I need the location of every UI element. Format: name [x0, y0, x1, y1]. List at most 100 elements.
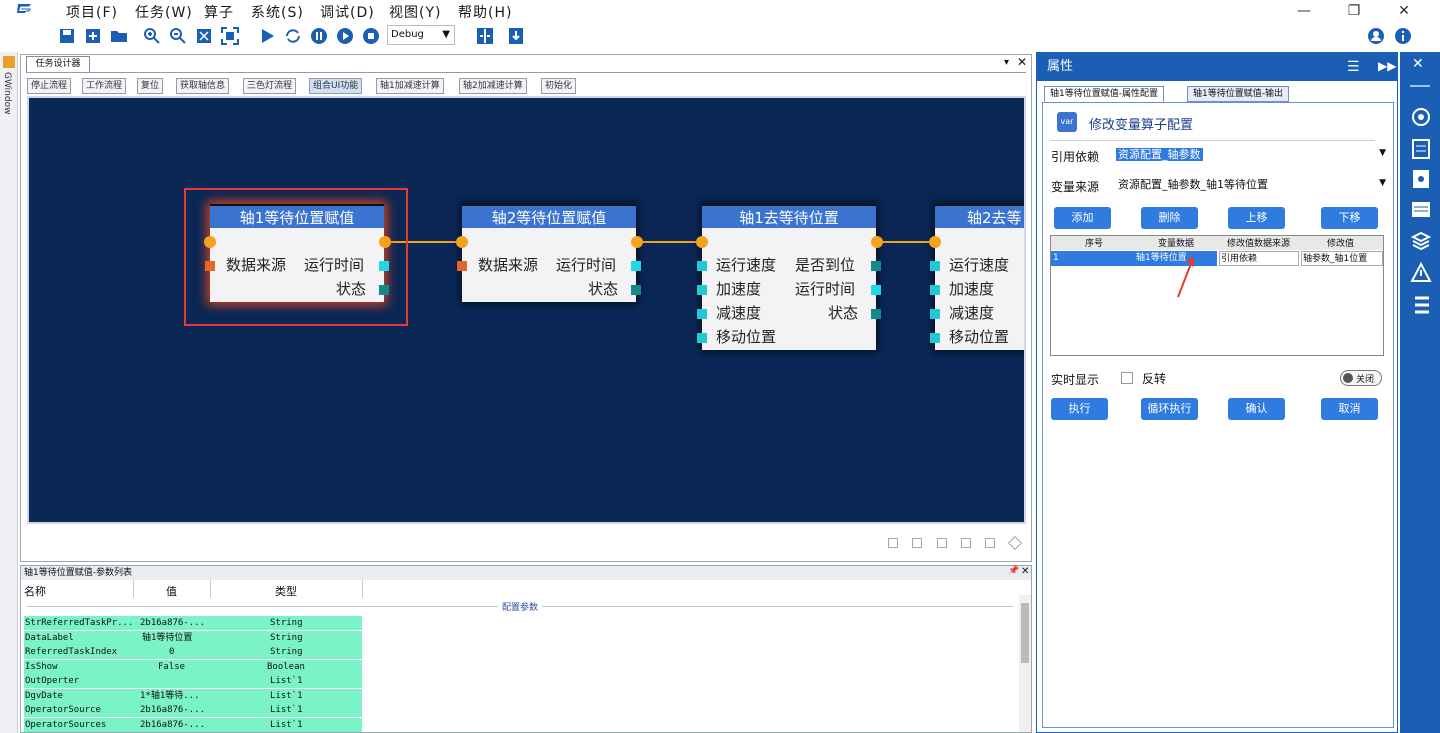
split-icon[interactable]	[474, 25, 496, 47]
table-row[interactable]: DataLabel 轴1等待位置 String	[24, 631, 362, 645]
subtab-init[interactable]: 初始化	[541, 78, 577, 94]
tab-task-designer[interactable]: 任务设计器	[26, 56, 90, 72]
node-axis2-goto-wait[interactable]: 轴2去等 运行速度 加速度 减速度 移动位置	[935, 204, 1024, 350]
output-pin[interactable]	[379, 285, 389, 295]
subtab-tricolor[interactable]: 三色灯流程	[243, 78, 297, 94]
subtab-combined-ui[interactable]: 组合UI功能	[309, 78, 363, 94]
table-row[interactable]: OutOperter List`1	[24, 674, 362, 688]
new-icon[interactable]	[82, 25, 104, 47]
subtab-axis-info[interactable]: 获取轴信息	[176, 78, 230, 94]
delete-icon[interactable]	[985, 538, 995, 548]
output-pin[interactable]	[631, 285, 641, 295]
node-axis2-wait-assign[interactable]: 轴2等待位置赋值 数据来源 运行时间 状态	[462, 204, 636, 302]
menu-project[interactable]: 项目(F)	[66, 2, 118, 22]
stop-icon[interactable]	[360, 25, 382, 47]
tab-property-config[interactable]: 轴1等待位置赋值-属性配置	[1044, 86, 1164, 102]
input-pin[interactable]	[930, 333, 940, 343]
fit-icon[interactable]	[193, 25, 215, 47]
subtab-work-flow[interactable]: 工作流程	[82, 78, 127, 94]
warning-icon[interactable]	[1410, 262, 1432, 284]
menu-debug[interactable]: 调试(D)	[320, 2, 375, 22]
subtab-stop-flow[interactable]: 停止流程	[27, 78, 72, 94]
window-icon[interactable]	[3, 56, 15, 68]
copy-icon[interactable]	[937, 538, 947, 548]
restore-button[interactable]: ❐	[1334, 0, 1374, 22]
menu-icon[interactable]: ☰	[1347, 59, 1360, 75]
input-pin[interactable]	[697, 285, 707, 295]
menu-view[interactable]: 视图(Y)	[389, 2, 441, 22]
menu-operator[interactable]: 算子	[204, 2, 234, 22]
move-up-button[interactable]: 上移	[1228, 207, 1285, 229]
flow-in-port[interactable]	[204, 236, 216, 248]
table-row[interactable]: 1 轴1等待位置 引用依赖 轴参数_轴1位置	[1051, 251, 1383, 266]
invert-checkbox[interactable]	[1121, 372, 1133, 384]
close-button[interactable]: ✕	[1384, 0, 1424, 22]
layers-icon[interactable]	[1410, 230, 1432, 252]
zoom-in-icon[interactable]	[141, 25, 163, 47]
close-panel-icon[interactable]: ✕	[1021, 566, 1029, 577]
distribute-icon[interactable]	[912, 538, 922, 548]
input-pin[interactable]	[697, 261, 707, 271]
src-select[interactable]: 资源配置_轴参数_轴1等待位置 ▼	[1116, 176, 1388, 194]
save-icon[interactable]	[56, 25, 78, 47]
zoom-out-icon[interactable]	[167, 25, 189, 47]
add-button[interactable]: 添加	[1054, 207, 1111, 229]
subtab-axis2-accel[interactable]: 轴2加减速计算	[459, 78, 527, 94]
align-icon[interactable]	[888, 538, 898, 548]
loop-execute-button[interactable]: 循环执行	[1141, 398, 1198, 420]
input-pin[interactable]	[697, 309, 707, 319]
pin-icon[interactable]: 📌	[1008, 566, 1019, 576]
tab-output[interactable]: 轴1等待位置赋值-输出	[1187, 86, 1289, 102]
loop-icon[interactable]	[282, 25, 304, 47]
open-folder-icon[interactable]	[108, 25, 130, 47]
table-row[interactable]: IsShow False Boolean	[24, 660, 362, 674]
menu-help[interactable]: 帮助(H)	[458, 2, 512, 22]
table-row[interactable]: ReferredTaskIndex 0 String	[24, 645, 362, 659]
orbit-icon[interactable]	[1410, 106, 1432, 128]
menu-task[interactable]: 任务(W)	[135, 2, 193, 22]
dropdown-arrow-icon[interactable]: ▾	[1004, 57, 1009, 68]
gwindow-tab[interactable]: GWindow	[2, 72, 12, 114]
flow-out-port[interactable]	[631, 236, 643, 248]
subtab-axis1-accel[interactable]: 轴1加减速计算	[376, 78, 444, 94]
table-row[interactable]: OperatorSource 2b16a876-... List`1	[24, 703, 362, 717]
output-pin[interactable]	[871, 309, 881, 319]
menu-system[interactable]: 系统(S)	[251, 2, 304, 22]
fullscreen-icon[interactable]	[219, 25, 241, 47]
settings-doc-icon[interactable]	[1410, 168, 1432, 190]
input-pin[interactable]	[697, 333, 707, 343]
input-pin[interactable]	[205, 261, 215, 271]
output-pin[interactable]	[871, 261, 881, 271]
flow-out-port[interactable]	[871, 236, 883, 248]
collapse-icon[interactable]: ▶▶	[1378, 59, 1396, 73]
input-pin[interactable]	[457, 261, 467, 271]
close-icon[interactable]: ✕	[1412, 56, 1424, 72]
checklist-icon[interactable]	[1410, 138, 1432, 160]
ref-select[interactable]: 资源配置_轴参数 ▼	[1116, 146, 1388, 164]
info-icon[interactable]	[1392, 25, 1414, 47]
paste-icon[interactable]	[961, 538, 971, 548]
mode-select[interactable]: Debug ▼	[387, 25, 455, 45]
flow-canvas[interactable]: 轴1等待位置赋值 数据来源 运行时间 状态 轴2等待位置赋值 数据来源 运行时间…	[27, 96, 1026, 524]
download-icon[interactable]	[505, 25, 527, 47]
table-row[interactable]: OperatorSources 2b16a876-... List`1	[24, 718, 362, 732]
run-icon[interactable]	[256, 25, 278, 47]
scrollbar[interactable]	[1019, 595, 1031, 732]
output-pin[interactable]	[379, 261, 389, 271]
flow-in-port[interactable]	[696, 236, 708, 248]
input-pin[interactable]	[930, 261, 940, 271]
flow-out-port[interactable]	[379, 236, 391, 248]
user-icon[interactable]	[1365, 25, 1387, 47]
step-icon[interactable]	[334, 25, 356, 47]
output-pin[interactable]	[631, 261, 641, 271]
close-panel-icon[interactable]: ✕	[1017, 55, 1027, 69]
execute-button[interactable]: 执行	[1051, 398, 1108, 420]
input-pin[interactable]	[930, 285, 940, 295]
delete-button[interactable]: 删除	[1141, 207, 1198, 229]
pause-icon[interactable]	[308, 25, 330, 47]
table-row[interactable]: StrReferredTaskPr... 2b16a876-... String	[24, 616, 362, 630]
window-list-icon[interactable]	[1410, 199, 1432, 221]
confirm-button[interactable]: 确认	[1228, 398, 1285, 420]
table-row[interactable]: DgvDate 1*轴1等待... List`1	[24, 689, 362, 703]
flow-in-port[interactable]	[456, 236, 468, 248]
